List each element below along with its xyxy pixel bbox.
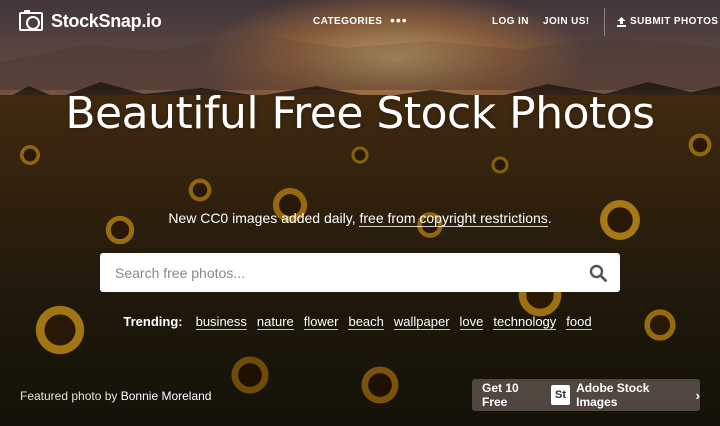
photo-credit: Featured photo by Bonnie Moreland <box>20 389 211 403</box>
chevron-right-icon: › <box>695 387 700 403</box>
submit-photos-button[interactable]: SUBMIT PHOTOS <box>617 16 718 27</box>
trending-tag-wallpaper[interactable]: wallpaper <box>393 314 450 330</box>
top-navbar: StockSnap.io CATEGORIES ••• LOG IN JOIN … <box>0 0 720 44</box>
trending-tag-business[interactable]: business <box>195 314 247 330</box>
trending-label: Trending: <box>123 314 183 329</box>
camera-icon <box>19 10 43 31</box>
brand-logo-link[interactable]: StockSnap.io <box>19 10 162 32</box>
hero-subheading: New CC0 images added daily, free from co… <box>0 210 720 227</box>
copyright-link[interactable]: free from copyright restrictions <box>359 210 548 227</box>
adobe-stock-promo-button[interactable]: Get 10 Free St Adobe Stock Images › <box>472 379 700 411</box>
more-menu-icon[interactable]: ••• <box>390 13 408 27</box>
adobe-stock-logo: St <box>550 385 571 405</box>
nav-categories-link[interactable]: CATEGORIES <box>313 16 382 27</box>
upload-icon <box>617 16 626 27</box>
trending-tag-nature[interactable]: nature <box>256 314 294 330</box>
trending-tag-flower[interactable]: flower <box>303 314 339 330</box>
trending-tag-love[interactable]: love <box>459 314 484 330</box>
search-bar <box>100 253 620 292</box>
subhead-text: New CC0 images added daily, <box>168 210 360 226</box>
subhead-period: . <box>547 210 552 226</box>
hero-headline: Beautiful Free Stock Photos <box>65 88 655 139</box>
search-input[interactable] <box>100 253 576 292</box>
trending-tags: Trending: business nature flower beach w… <box>0 314 720 330</box>
brand-name: StockSnap.io <box>51 11 162 31</box>
submit-photos-label: SUBMIT PHOTOS <box>630 16 719 27</box>
nav-divider <box>604 8 605 36</box>
nav-join-link[interactable]: JOIN US! <box>543 16 590 27</box>
trending-tag-food[interactable]: food <box>566 314 592 330</box>
adobe-promo-label: Adobe Stock Images <box>576 381 650 409</box>
photo-credit-prefix: Featured photo by <box>20 389 118 403</box>
nav-login-link[interactable]: LOG IN <box>492 16 529 27</box>
search-icon[interactable] <box>576 253 620 292</box>
trending-tag-technology[interactable]: technology <box>493 314 557 330</box>
photo-credit-author-link[interactable]: Bonnie Moreland <box>121 389 212 403</box>
adobe-promo-prefix: Get 10 Free <box>482 381 519 409</box>
trending-tag-beach[interactable]: beach <box>348 314 384 330</box>
